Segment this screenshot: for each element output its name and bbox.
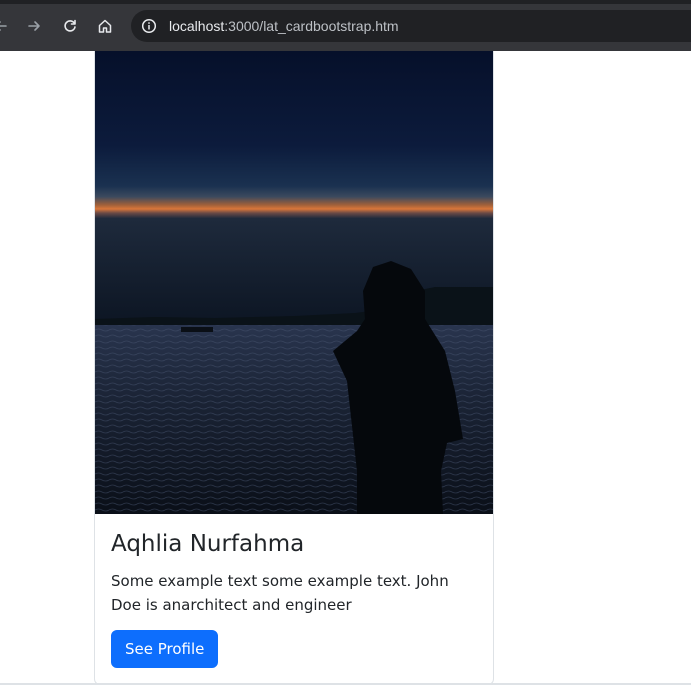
reload-icon [64,19,76,32]
arrow-right-icon [28,21,40,31]
browser-toolbar: localhost:3000/lat_cardbootstrap.htm [0,0,691,51]
forward-button[interactable] [19,11,49,41]
info-icon [141,18,157,34]
card-body: Aqhlia Nurfahma Some example text some e… [111,529,477,668]
back-button[interactable] [0,11,16,41]
card-title: Aqhlia Nurfahma [111,531,305,557]
reload-button[interactable] [55,11,85,41]
see-profile-button[interactable]: See Profile [111,630,219,668]
address-bar[interactable]: localhost:3000/lat_cardbootstrap.htm [131,10,691,42]
home-button[interactable] [90,11,120,41]
site-info-button[interactable] [138,15,160,37]
home-icon [98,19,112,33]
profile-card: Aqhlia Nurfahma Some example text some e… [94,51,494,685]
card-image [95,51,493,514]
arrow-left-icon [0,21,7,31]
url-path: :3000/lat_cardbootstrap.htm [224,18,399,34]
url-host: localhost [169,18,225,34]
url-text: localhost:3000/lat_cardbootstrap.htm [169,18,399,34]
card-text: Some example text some example text. Joh… [111,572,449,614]
